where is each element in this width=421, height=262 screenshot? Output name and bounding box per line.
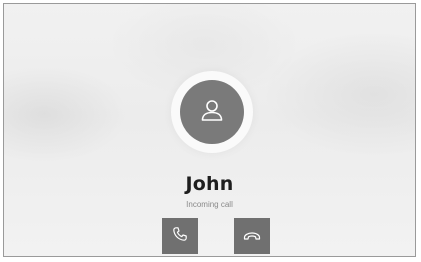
person-icon xyxy=(199,97,225,127)
caller-name: John xyxy=(185,173,234,195)
phone-icon xyxy=(172,226,188,246)
phone-hangup-icon xyxy=(243,227,261,246)
decline-call-button[interactable] xyxy=(234,218,270,254)
avatar xyxy=(180,80,244,144)
incoming-call-screen: John Incoming call xyxy=(3,3,416,257)
answer-call-button[interactable] xyxy=(162,218,198,254)
call-status: Incoming call xyxy=(186,200,233,209)
avatar-halo xyxy=(171,71,253,153)
